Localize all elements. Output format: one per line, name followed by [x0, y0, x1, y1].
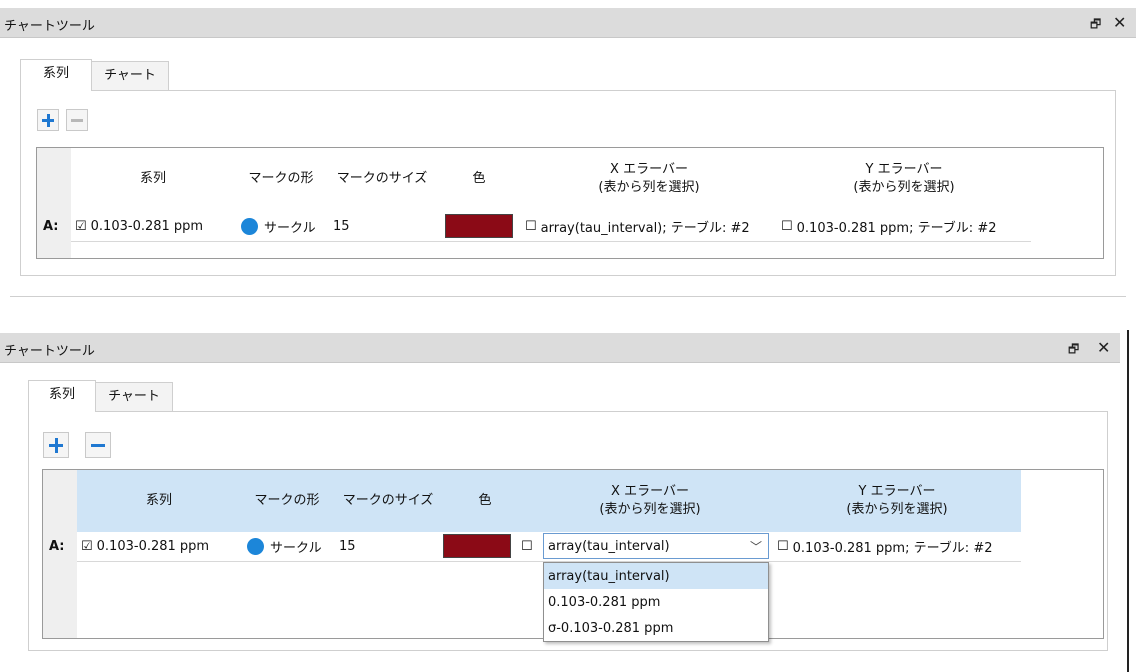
tab-chart-label: チャート — [108, 389, 160, 404]
x-error-checkbox[interactable]: ☐ — [521, 539, 533, 554]
tab-series[interactable]: 系列 — [28, 380, 96, 412]
tab-chart-label: チャート — [104, 68, 156, 83]
header-x-error-line2: (表から列を選択) — [598, 180, 700, 195]
series-grid: 系列 マークの形 マークのサイズ 色 X エラーバー (表から列を選択) Y エ… — [36, 147, 1104, 259]
header-x-error-line1: X エラーバー — [610, 162, 688, 177]
y-error-checkbox[interactable]: ☐ — [781, 219, 793, 234]
x-error-cell[interactable]: ☐ array(tau_interval); テーブル: #2 — [525, 212, 750, 240]
header-mark-size[interactable]: マークのサイズ — [333, 470, 443, 532]
header-x-error-line1: X エラーバー — [611, 484, 689, 499]
header-y-error-line1: Y エラーバー — [865, 162, 943, 177]
tab-series-label: 系列 — [48, 387, 75, 402]
dropdown-option[interactable]: σ-0.103-0.281 ppm — [544, 615, 768, 641]
row-header-column — [37, 148, 71, 258]
x-error-value: array(tau_interval); テーブル: #2 — [540, 220, 750, 236]
series-grid: 系列 マークの形 マークのサイズ 色 X エラーバー (表から列を選択) Y エ… — [42, 469, 1104, 642]
chart-tool-panel-2: チャートツール 🗗 ✕ 系列 チャート 系列 マークの形 マークのサイズ 色 X… — [0, 300, 1136, 672]
y-error-value: 0.103-0.281 ppm; テーブル: #2 — [796, 220, 997, 236]
window-restore-icon[interactable]: 🗗 — [1090, 15, 1101, 36]
series-name: 0.103-0.281 ppm — [96, 538, 210, 554]
header-x-error-line2: (表から列を選択) — [599, 502, 701, 517]
remove-series-button[interactable] — [66, 109, 88, 131]
header-y-error-line2: (表から列を選択) — [853, 180, 955, 195]
remove-series-button[interactable] — [85, 432, 111, 458]
tab-content-series: 系列 マークの形 マークのサイズ 色 X エラーバー (表から列を選択) Y エ… — [20, 90, 1116, 276]
panel-title: チャートツール — [4, 19, 95, 34]
add-series-button[interactable] — [37, 109, 59, 131]
mark-shape-cell[interactable]: サークル — [241, 212, 316, 240]
header-mark-shape[interactable]: マークの形 — [241, 470, 333, 532]
add-series-button[interactable] — [43, 432, 69, 458]
mark-shape-cell[interactable]: サークル — [247, 532, 322, 560]
header-mark-shape[interactable]: マークの形 — [235, 148, 327, 210]
header-x-error-bar[interactable]: X エラーバー (表から列を選択) — [521, 148, 777, 210]
mark-size-cell[interactable]: 15 — [333, 212, 350, 240]
tab-chart[interactable]: チャート — [95, 382, 173, 412]
tab-series-label: 系列 — [42, 66, 69, 81]
circle-icon — [247, 537, 264, 555]
mark-size-cell[interactable]: 15 — [339, 532, 356, 560]
x-error-dropdown-list: array(tau_interval) 0.103-0.281 ppm σ-0.… — [543, 562, 769, 642]
circle-icon — [241, 217, 258, 235]
series-cell[interactable]: ☑ 0.103-0.281 ppm — [81, 532, 209, 560]
panel-right-border — [1127, 330, 1129, 672]
close-icon[interactable]: ✕ — [1097, 338, 1110, 357]
y-error-cell[interactable]: ☐ 0.103-0.281 ppm; テーブル: #2 — [777, 532, 993, 560]
series-name: 0.103-0.281 ppm — [90, 218, 204, 234]
header-y-error-bar[interactable]: Y エラーバー (表から列を選択) — [773, 470, 1021, 532]
header-mark-size[interactable]: マークのサイズ — [327, 148, 437, 210]
header-color[interactable]: 色 — [437, 148, 521, 210]
minus-icon — [71, 119, 83, 122]
series-color-swatch[interactable] — [443, 534, 511, 558]
mark-shape-value: サークル — [270, 540, 322, 556]
x-error-checkbox-cell[interactable]: ☐ — [521, 532, 537, 560]
tab-content-series: 系列 マークの形 マークのサイズ 色 X エラーバー (表から列を選択) Y エ… — [28, 411, 1108, 651]
chart-tool-panel-1: チャートツール 🗗 ✕ 系列 チャート 系列 マークの形 マークのサイズ 色 X… — [0, 0, 1136, 300]
row-divider — [71, 241, 1031, 242]
tab-series[interactable]: 系列 — [20, 59, 92, 91]
series-color-swatch[interactable] — [445, 214, 513, 238]
header-y-error-bar[interactable]: Y エラーバー (表から列を選択) — [777, 148, 1031, 210]
window-restore-icon[interactable]: 🗗 — [1068, 340, 1079, 361]
y-error-cell[interactable]: ☐ 0.103-0.281 ppm; テーブル: #2 — [781, 212, 997, 240]
minus-icon — [91, 444, 105, 447]
header-series[interactable]: 系列 — [71, 148, 235, 210]
mark-shape-value: サークル — [264, 220, 316, 236]
dropdown-option[interactable]: array(tau_interval) — [544, 563, 768, 589]
panel-title: チャートツール — [4, 344, 95, 359]
panel-separator — [10, 296, 1126, 297]
tab-chart[interactable]: チャート — [91, 61, 169, 91]
x-error-checkbox[interactable]: ☐ — [525, 219, 537, 234]
header-x-error-bar[interactable]: X エラーバー (表から列を選択) — [527, 470, 773, 532]
header-y-error-line2: (表から列を選択) — [846, 502, 948, 517]
row-label[interactable]: A: — [43, 212, 59, 240]
y-error-checkbox[interactable]: ☐ — [777, 539, 789, 554]
series-visible-checkbox[interactable]: ☑ — [81, 539, 93, 554]
panel-title-bar[interactable]: チャートツール 🗗 ✕ — [0, 8, 1136, 38]
series-cell[interactable]: ☑ 0.103-0.281 ppm — [75, 212, 203, 240]
x-error-select-value: array(tau_interval) — [548, 538, 670, 554]
panel-title-bar[interactable]: チャートツール 🗗 ✕ — [0, 333, 1120, 363]
header-series[interactable]: 系列 — [77, 470, 241, 532]
chevron-down-icon[interactable]: ﹀ — [750, 538, 762, 555]
dropdown-option[interactable]: 0.103-0.281 ppm — [544, 589, 768, 615]
x-error-column-select[interactable]: array(tau_interval) ﹀ — [543, 533, 769, 559]
series-visible-checkbox[interactable]: ☑ — [75, 219, 87, 234]
row-label[interactable]: A: — [49, 532, 65, 560]
header-color[interactable]: 色 — [443, 470, 527, 532]
header-y-error-line1: Y エラーバー — [858, 484, 936, 499]
close-icon[interactable]: ✕ — [1113, 13, 1126, 32]
y-error-value: 0.103-0.281 ppm; テーブル: #2 — [792, 540, 993, 556]
